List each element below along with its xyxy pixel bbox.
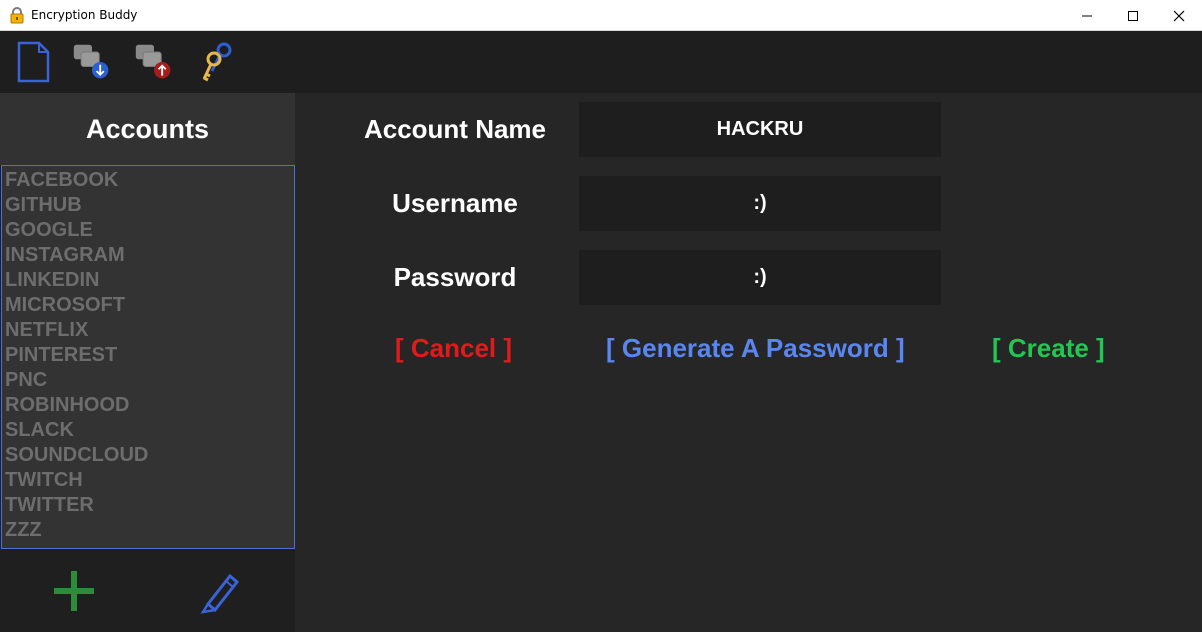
account-name-field[interactable]: HACKRU <box>579 102 941 157</box>
password-label: Password <box>393 262 517 292</box>
list-item-soundcloud[interactable]: SOUNDCLOUD <box>2 443 294 468</box>
list-item-netflix[interactable]: NETFLIX <box>2 318 294 343</box>
username-field[interactable]: :) <box>579 176 941 231</box>
create-button[interactable]: [ Create ] <box>992 333 1105 364</box>
username-label: Username <box>392 188 518 218</box>
accounts-heading: Accounts <box>85 113 210 144</box>
add-account-button[interactable] <box>51 568 97 614</box>
window-title: Encryption Buddy <box>31 8 138 22</box>
account-name-label: Account Name <box>363 114 547 144</box>
lock-icon <box>10 7 24 24</box>
list-item-pnc[interactable]: PNC <box>2 368 294 393</box>
pencil-icon <box>200 573 240 614</box>
account-form: Account Name HACKRU Username :) Password… <box>295 93 1202 632</box>
new-file-button[interactable] <box>13 41 53 83</box>
account-list[interactable]: FACEBOOK GITHUB GOOGLE INSTAGRAM LINKEDI… <box>1 165 295 549</box>
list-item-instagram[interactable]: INSTAGRAM <box>2 243 294 268</box>
export-icon <box>135 44 171 79</box>
list-item-slack[interactable]: SLACK <box>2 418 294 443</box>
list-item-google[interactable]: GOOGLE <box>2 218 294 243</box>
list-item-twitch[interactable]: TWITCH <box>2 468 294 493</box>
maximize-button[interactable] <box>1110 0 1156 31</box>
toolbar <box>0 31 1202 93</box>
new-file-icon <box>17 41 50 83</box>
plus-icon <box>54 571 94 611</box>
keys-icon <box>202 42 232 82</box>
sidebar: Accounts FACEBOOK GITHUB GOOGLE INSTAGRA… <box>0 93 295 632</box>
close-button[interactable] <box>1156 0 1202 31</box>
list-item-pinterest[interactable]: PINTEREST <box>2 343 294 368</box>
export-button[interactable] <box>134 41 174 83</box>
title-bar: Encryption Buddy <box>0 0 1202 31</box>
list-item-microsoft[interactable]: MICROSOFT <box>2 293 294 318</box>
password-field[interactable]: :) <box>579 250 941 305</box>
generate-password-button[interactable]: [ Generate A Password ] <box>606 333 905 364</box>
list-item-linkedin[interactable]: LINKEDIN <box>2 268 294 293</box>
keys-button[interactable] <box>198 41 238 83</box>
minimize-button[interactable] <box>1064 0 1110 31</box>
list-item-zzz[interactable]: ZZZ <box>2 518 294 543</box>
list-item-robinhood[interactable]: ROBINHOOD <box>2 393 294 418</box>
list-item-twitter[interactable]: TWITTER <box>2 493 294 518</box>
import-icon <box>73 44 109 79</box>
maximize-icon <box>1128 10 1138 21</box>
minimize-icon <box>1082 15 1092 16</box>
import-button[interactable] <box>72 41 112 83</box>
close-icon <box>1173 10 1185 21</box>
list-item-github[interactable]: GITHUB <box>2 193 294 218</box>
sidebar-header: Accounts <box>0 93 295 165</box>
edit-account-button[interactable] <box>198 568 244 614</box>
cancel-button[interactable]: [ Cancel ] <box>395 333 512 364</box>
list-item-facebook[interactable]: FACEBOOK <box>2 168 294 193</box>
